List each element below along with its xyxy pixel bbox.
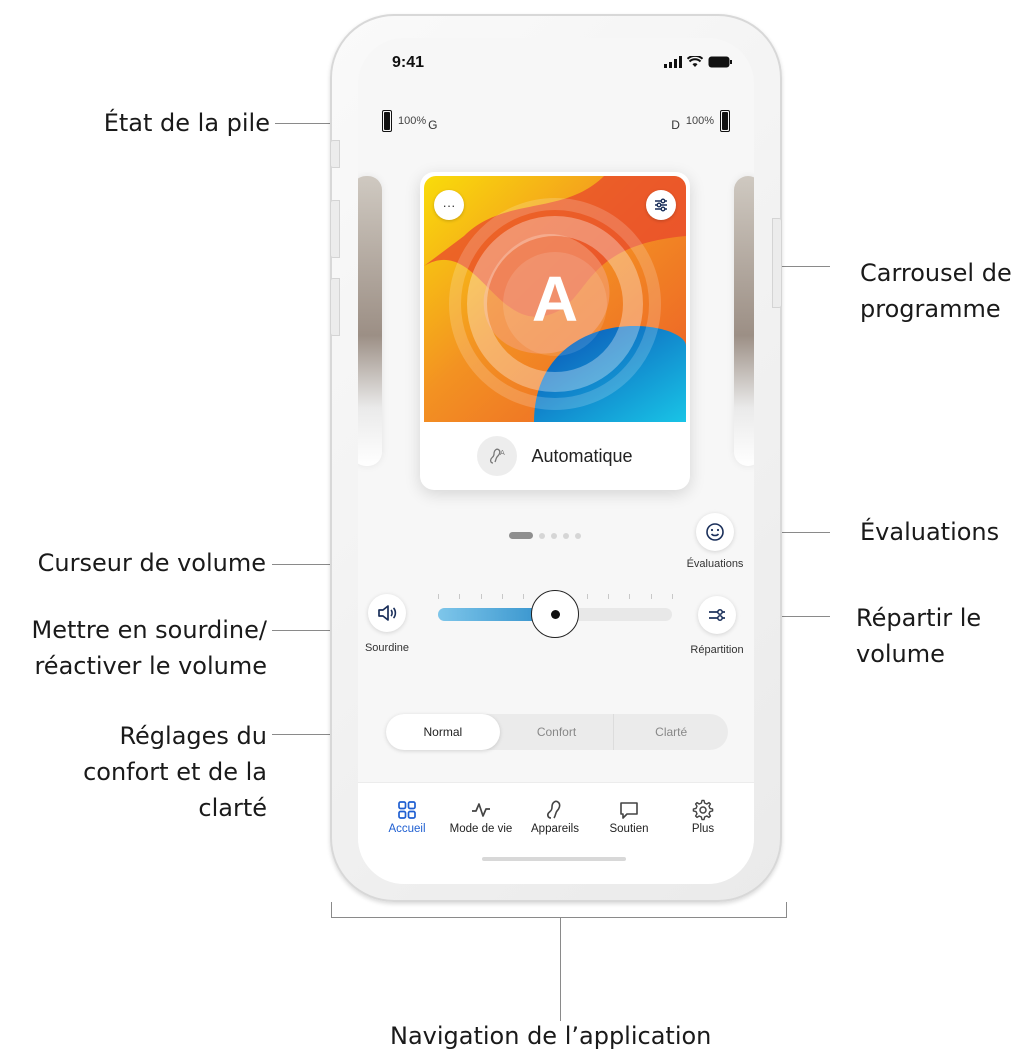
volume-tick [438,594,439,599]
volume-tick [629,594,631,599]
phone-side-button-power [772,218,782,308]
volume-tick [501,594,503,599]
callout-mute: Mettre en sourdine/ réactiver le volume [32,612,267,684]
nav-bracket-bottom [331,917,787,918]
battery-left: 100% G [382,110,437,132]
tab-lifestyle[interactable]: Mode de vie [446,797,516,835]
wifi-icon [687,56,703,67]
callout-comfort-line2: confort et de la [83,758,267,786]
callout-split-volume-line1: Répartir le [856,604,982,632]
mute-button[interactable] [368,594,406,632]
mute-label: Sourdine [364,642,410,654]
callout-split-volume-line2: volume [856,640,945,668]
home-indicator[interactable] [482,857,626,861]
volume-tick [608,594,610,599]
split-volume-label: Répartition [690,644,744,656]
program-settings-button[interactable] [646,190,676,220]
volume-tick [480,594,482,599]
callout-mute-line1: Mettre en sourdine/ [31,616,267,644]
callout-mute-line2: réactiver le volume [34,652,267,680]
tab-more[interactable]: Plus [668,797,738,835]
program-card-artwork: ··· A [424,176,686,422]
phone-side-button-volume-down [330,278,340,336]
callout-comfort-line3: clarté [198,794,267,822]
volume-tick [459,594,461,599]
chat-icon [594,797,664,823]
battery-left-percent: 100% [398,115,427,127]
carousel-pager [509,532,581,539]
phone-screen: 9:41 100% G D 100% ··· A A Automatique É… [358,38,754,884]
callout-split-volume: Répartir le volume [856,600,981,672]
tab-support[interactable]: Soutien [594,797,664,835]
speaker-icon [378,605,397,621]
phone-side-button-silent [330,140,340,168]
gear-icon [668,797,738,823]
status-time: 9:41 [392,54,425,71]
sound-mode-normal[interactable]: Normal [386,714,500,750]
split-volume-button[interactable] [698,596,736,634]
nav-bracket-right [786,902,787,918]
battery-left-side: G [428,118,438,132]
callout-program-carousel-line1: Carrousel de [860,259,1012,287]
program-name: Automatique [531,445,633,466]
volume-tick [672,594,673,599]
phone-side-button-volume-up [330,200,340,258]
carousel-next-card[interactable] [734,176,754,466]
battery-right-icon [720,110,730,132]
program-card-footer: A Automatique [420,422,690,490]
battery-right-percent: 100% [685,115,714,127]
program-card[interactable]: ··· A A Automatique [420,172,690,490]
tab-home-label: Accueil [388,823,426,835]
tab-lifestyle-label: Mode de vie [449,823,513,835]
pager-dot[interactable] [563,532,569,539]
carousel-prev-card[interactable] [358,176,382,466]
callout-battery-status: État de la pile [103,109,270,137]
sound-mode-segmented-control: Normal Confort Clarté [386,714,728,750]
callout-ratings: Évaluations [860,518,1000,546]
volume-tick [523,594,525,599]
grid-icon [372,797,442,823]
sound-mode-comfort[interactable]: Confort [500,714,614,750]
volume-tick [650,594,652,599]
cellular-signal-icon [664,56,682,68]
tab-support-label: Soutien [609,823,649,835]
pager-dot-active[interactable] [509,532,533,539]
volume-tick [586,594,588,599]
ratings-label: Évaluations [686,558,744,570]
pager-dot[interactable] [551,532,557,539]
nav-bracket-stem [560,917,561,1021]
tab-more-label: Plus [691,823,715,835]
callout-comfort-clarity: Réglages du confort et de la clarté [83,718,267,826]
battery-right: D 100% [671,110,730,132]
pager-dot[interactable] [539,532,545,539]
activity-icon [446,797,516,823]
battery-left-icon [382,110,392,132]
app-tab-bar: Accueil Mode de vie Appareils Soutien Pl… [358,782,754,884]
tab-devices-label: Appareils [531,823,579,835]
sound-mode-clarity[interactable]: Clarté [613,714,728,750]
pager-dot[interactable] [575,532,581,539]
status-icons [664,56,732,68]
tab-home[interactable]: Accueil [372,797,442,835]
callout-app-navigation: Navigation de l’application [390,1022,712,1050]
program-letter: A [531,263,579,335]
ear-a-icon: A [477,436,518,476]
battery-right-side: D [671,118,680,132]
smiley-icon [706,523,724,541]
callout-program-carousel-line2: programme [860,295,1001,323]
svg-text:A: A [500,449,505,457]
volume-slider-thumb[interactable] [531,590,579,638]
nav-bracket-left [331,902,332,918]
program-more-button[interactable]: ··· [434,190,464,220]
split-sliders-icon [709,609,725,621]
hearing-aid-icon [520,797,590,823]
callout-volume-cursor: Curseur de volume [37,549,266,577]
sliders-icon [655,198,667,212]
phone-battery-icon [708,56,732,68]
callout-comfort-line1: Réglages du [119,722,267,750]
tab-devices[interactable]: Appareils [520,797,590,835]
callout-program-carousel: Carrousel de programme [860,255,1012,327]
ratings-button[interactable] [696,513,734,551]
